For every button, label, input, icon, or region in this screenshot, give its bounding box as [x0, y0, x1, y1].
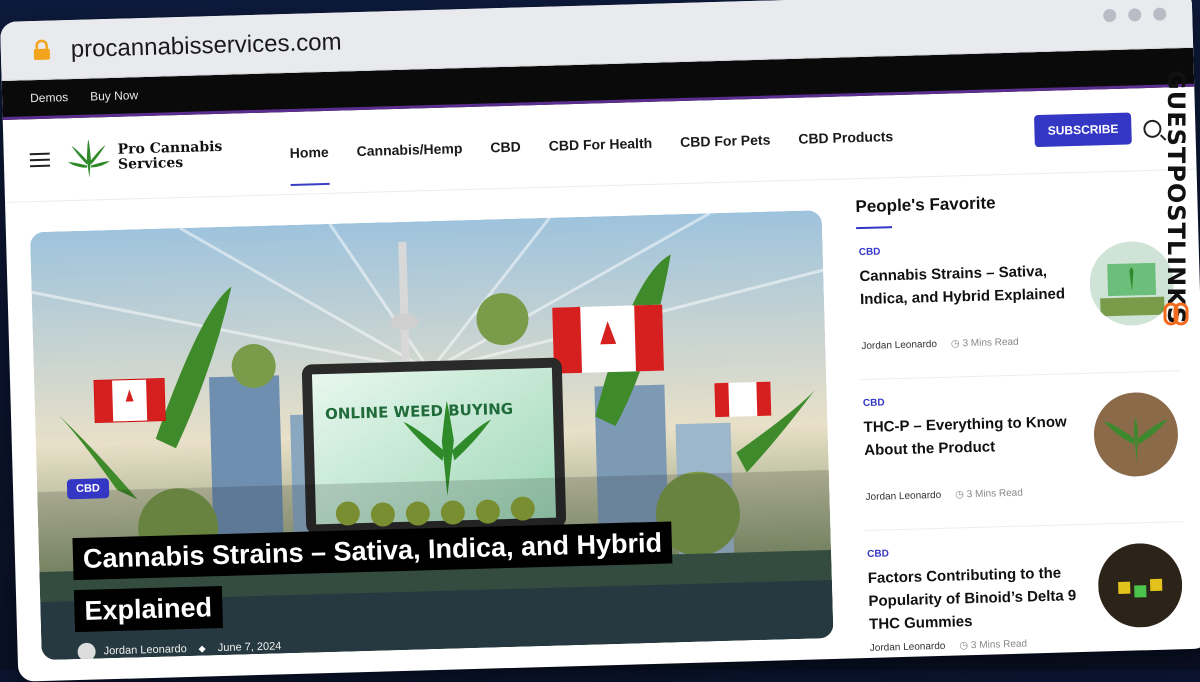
- hero-article[interactable]: ONLINE WEED BUYING CBD Cannabis Strains …: [29, 210, 834, 661]
- read-time: ◷ 3 Mins Read: [955, 487, 1023, 501]
- watermark-text: GUESTPOSTLINKS: [1162, 70, 1190, 326]
- main-nav: Home Cannabis/Hemp CBD CBD For Health CB…: [289, 95, 895, 194]
- logo-line-2: Services: [117, 154, 184, 173]
- post-category[interactable]: CBD: [859, 247, 881, 259]
- list-item[interactable]: CBD Cannabis Strains – Sativa, Indica, a…: [856, 220, 1181, 381]
- subscribe-button[interactable]: SUBSCRIBE: [1034, 112, 1132, 148]
- nav-cannabis-hemp[interactable]: Cannabis/Hemp: [356, 107, 464, 192]
- read-time: ◷ 3 Mins Read: [959, 638, 1028, 652]
- window-dot[interactable]: [1103, 8, 1117, 23]
- lock-icon: [33, 39, 51, 61]
- browser-window: procannabisservices.com Demos Buy Now Pr…: [0, 0, 1200, 682]
- hero-title[interactable]: Cannabis Strains – Sativa, Indica, and H…: [72, 516, 695, 637]
- hero-category-badge[interactable]: CBD: [66, 478, 110, 500]
- nav-cbd-for-pets[interactable]: CBD For Pets: [679, 99, 771, 183]
- buy-now-link[interactable]: Buy Now: [90, 88, 138, 103]
- hero-date: June 7, 2024: [217, 640, 282, 655]
- nav-cbd-for-health[interactable]: CBD For Health: [548, 102, 654, 187]
- post-title[interactable]: Factors Contributing to the Popularity o…: [868, 561, 1085, 636]
- window-controls: [1103, 7, 1167, 23]
- post-author[interactable]: Jordan Leonardo: [861, 339, 937, 352]
- post-title[interactable]: Cannabis Strains – Sativa, Indica, and H…: [859, 259, 1075, 311]
- demos-link[interactable]: Demos: [30, 90, 68, 105]
- post-author[interactable]: Jordan Leonardo: [870, 641, 946, 654]
- post-title[interactable]: THC-P – Everything to Know About the Pro…: [863, 410, 1079, 462]
- address-bar[interactable]: procannabisservices.com: [70, 28, 341, 64]
- cannabis-leaf-icon: [67, 139, 110, 178]
- post-author[interactable]: Jordan Leonardo: [865, 490, 941, 503]
- window-dot[interactable]: [1128, 8, 1142, 22]
- post-thumbnail[interactable]: [1097, 542, 1184, 629]
- post-thumbnail[interactable]: [1092, 391, 1180, 478]
- post-category[interactable]: CBD: [867, 548, 889, 560]
- hero-author[interactable]: Jordan Leonardo: [103, 643, 186, 657]
- link-icon: [1163, 302, 1189, 326]
- nav-cbd-products[interactable]: CBD Products: [797, 95, 894, 180]
- list-item[interactable]: CBD THC-P – Everything to Know About the…: [860, 371, 1185, 532]
- nav-cbd[interactable]: CBD: [489, 106, 522, 189]
- site-logo[interactable]: Pro Cannabis Services: [65, 133, 256, 180]
- menu-icon[interactable]: [29, 152, 51, 168]
- sidebar-title: People's Favorite: [855, 193, 996, 217]
- post-meta: Jordan Leonardo ◷ 3 Mins Read: [865, 488, 1023, 503]
- search-icon[interactable]: [1143, 119, 1162, 139]
- nav-home[interactable]: Home: [289, 111, 330, 194]
- hero-title-text[interactable]: Cannabis Strains – Sativa, Indica, and H…: [72, 521, 673, 633]
- post-meta: Jordan Leonardo ◷ 3 Mins Read: [861, 337, 1019, 352]
- author-avatar: [77, 642, 96, 661]
- meta-separator: [198, 645, 206, 653]
- post-meta: Jordan Leonardo ◷ 3 Mins Read: [870, 639, 1028, 654]
- post-category[interactable]: CBD: [863, 397, 885, 409]
- read-time: ◷ 3 Mins Read: [950, 336, 1019, 350]
- window-dot[interactable]: [1153, 7, 1167, 21]
- sidebar-peoples-favorite: People's Favorite CBD Cannabis Strains –…: [855, 188, 1189, 682]
- main-content: ONLINE WEED BUYING CBD Cannabis Strains …: [5, 170, 1200, 682]
